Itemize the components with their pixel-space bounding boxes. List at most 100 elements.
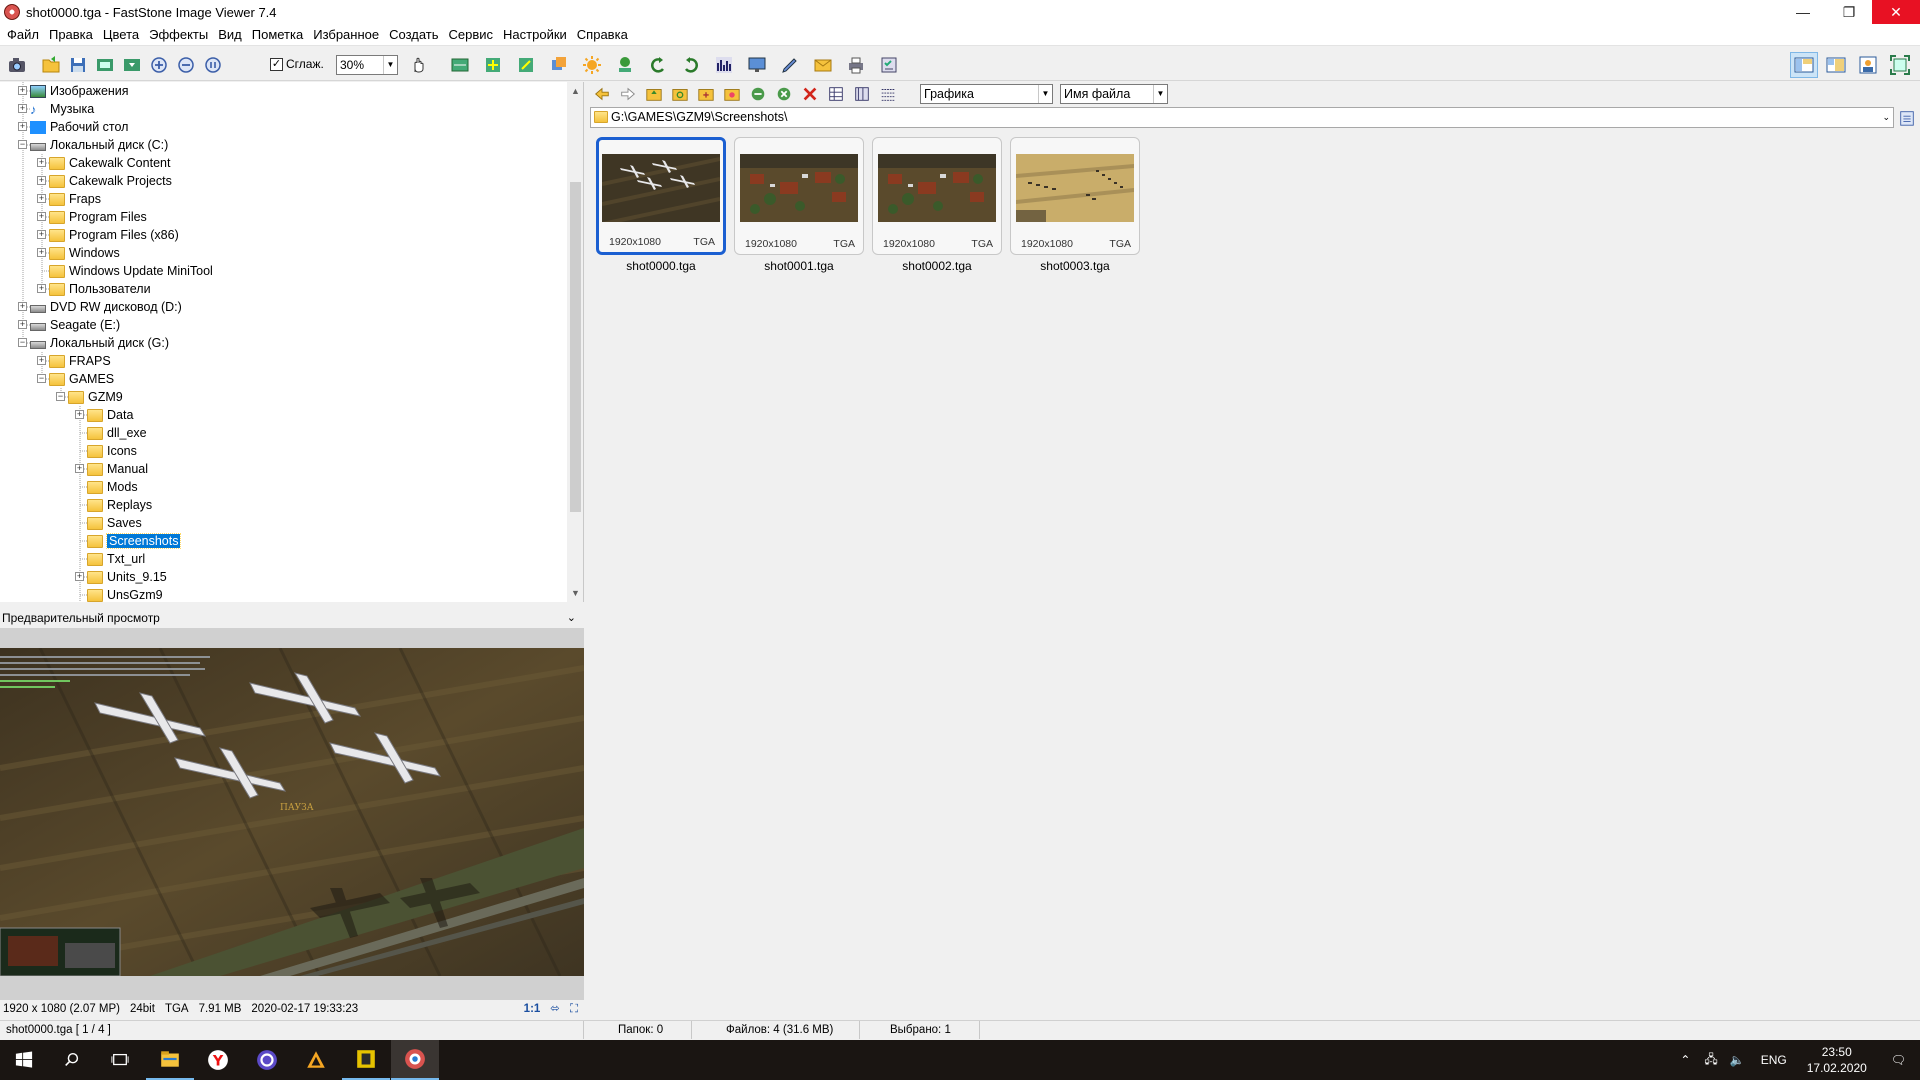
expand-icon[interactable]: +: [18, 122, 27, 131]
expand-icon[interactable]: +: [37, 158, 46, 167]
tree-item[interactable]: + Data: [75, 406, 133, 424]
brightness-icon[interactable]: [581, 54, 603, 76]
zoom-out-icon[interactable]: [175, 54, 197, 76]
fullscreen-icon[interactable]: [1886, 52, 1914, 78]
tree-item-label[interactable]: dll_exe: [107, 426, 147, 440]
menu-view[interactable]: Вид: [213, 25, 247, 45]
tree-item[interactable]: Icons: [87, 442, 137, 460]
parent-folder-icon[interactable]: [644, 84, 664, 104]
tree-item[interactable]: + Seagate (E:): [18, 316, 120, 334]
tree-item[interactable]: Mods: [87, 478, 138, 496]
expand-icon[interactable]: +: [37, 230, 46, 239]
thumbnail-view-icon[interactable]: [826, 84, 846, 104]
fit-width-icon[interactable]: [449, 54, 471, 76]
tree-item-label[interactable]: Replays: [107, 498, 152, 512]
camera-icon[interactable]: [6, 54, 28, 76]
collapse-icon[interactable]: −: [37, 374, 46, 383]
collapse-icon[interactable]: −: [18, 140, 27, 149]
volume-icon[interactable]: 🔈: [1724, 1053, 1751, 1067]
tree-item-label[interactable]: Fraps: [69, 192, 101, 206]
path-bar[interactable]: G:\GAMES\GZM9\Screenshots\ ⌄: [590, 107, 1894, 128]
tree-item[interactable]: Screenshots: [87, 532, 182, 550]
thumbnail-grid[interactable]: 1920x1080 TGA shot0000.tga 1920x1080 TGA shot…: [590, 131, 1920, 1019]
tree-item[interactable]: Txt_url: [87, 550, 145, 568]
histogram-icon[interactable]: [713, 54, 735, 76]
menu-edit[interactable]: Правка: [44, 25, 98, 45]
menu-settings[interactable]: Настройки: [498, 25, 572, 45]
menu-file[interactable]: Файл: [2, 25, 44, 45]
clock[interactable]: 23:50 17.02.2020: [1797, 1044, 1877, 1076]
thumbnail-card[interactable]: 1920x1080 TGA: [1010, 137, 1140, 255]
expand-icon[interactable]: +: [37, 212, 46, 221]
tree-item[interactable]: − Локальный диск (G:): [18, 334, 169, 352]
menu-tools[interactable]: Сервис: [444, 25, 499, 45]
thumbnail-card[interactable]: 1920x1080 TGA: [596, 137, 726, 255]
notifications-icon[interactable]: 🗨: [1877, 1053, 1920, 1067]
expand-icon[interactable]: +: [37, 194, 46, 203]
close-button[interactable]: ✕: [1872, 0, 1920, 24]
task-view-icon[interactable]: [96, 1040, 144, 1080]
email-icon[interactable]: [812, 54, 834, 76]
tree-item-label[interactable]: Saves: [107, 516, 142, 530]
tree-item-label[interactable]: Рабочий стол: [50, 120, 128, 134]
folder-tree[interactable]: + Изображения + ♪ Музыка + Рабочий стол − Локаль…: [0, 82, 584, 602]
expand-icon[interactable]: +: [75, 572, 84, 581]
tree-item-label[interactable]: Manual: [107, 462, 148, 476]
smooth-checkbox-box[interactable]: ✓: [270, 57, 283, 71]
layout-browser-icon[interactable]: [1790, 52, 1818, 78]
expand-icon[interactable]: +: [18, 302, 27, 311]
save-icon[interactable]: [67, 54, 89, 76]
tree-item[interactable]: UnsGzm9: [87, 586, 163, 602]
tree-item-label[interactable]: Program Files: [69, 210, 147, 224]
tree-item-label[interactable]: Txt_url: [107, 552, 145, 566]
expand-icon[interactable]: +: [75, 464, 84, 473]
tree-item[interactable]: − Локальный диск (C:): [18, 136, 168, 154]
new-folder-icon[interactable]: [696, 84, 716, 104]
tree-item-label[interactable]: Локальный диск (C:): [50, 138, 168, 152]
full-view-icon[interactable]: ⛶: [570, 1000, 578, 1018]
tree-item[interactable]: dll_exe: [87, 424, 147, 442]
tree-item-label[interactable]: Screenshots: [105, 533, 182, 549]
list-view-icon[interactable]: [852, 84, 872, 104]
sort-select[interactable]: Имя файла ▼: [1060, 84, 1168, 104]
tree-item-label[interactable]: Mods: [107, 480, 138, 494]
rotate-left-icon[interactable]: [647, 54, 669, 76]
tree-item-label[interactable]: Program Files (x86): [69, 228, 179, 242]
tree-item[interactable]: − GZM9: [56, 388, 123, 406]
tree-item[interactable]: + FRAPS: [37, 352, 111, 370]
chevron-down-icon[interactable]: ▼: [1038, 85, 1052, 103]
expand-icon[interactable]: +: [18, 320, 27, 329]
actual-size-icon[interactable]: [202, 54, 224, 76]
game-app-icon[interactable]: [342, 1040, 390, 1080]
thumbnail-filename[interactable]: shot0000.tga: [596, 259, 726, 273]
expand-icon[interactable]: +: [37, 248, 46, 257]
tree-item-label[interactable]: Seagate (E:): [50, 318, 120, 332]
tree-item[interactable]: + Изображения: [18, 82, 129, 100]
layout-image-icon[interactable]: [1854, 52, 1882, 78]
expand-icon[interactable]: +: [37, 284, 46, 293]
tree-item-label[interactable]: Data: [107, 408, 133, 422]
tree-item-label[interactable]: Windows: [69, 246, 120, 260]
rotate-right-icon[interactable]: [680, 54, 702, 76]
fit-icon[interactable]: ⬄: [550, 1000, 560, 1018]
thumbnail-filename[interactable]: shot0002.tga: [872, 259, 1002, 273]
menu-colors[interactable]: Цвета: [98, 25, 144, 45]
tree-item[interactable]: + Cakewalk Content: [37, 154, 170, 172]
copy-to-icon[interactable]: [748, 84, 768, 104]
zoom-in-icon[interactable]: [148, 54, 170, 76]
chevron-down-icon[interactable]: ▼: [383, 56, 397, 74]
search-icon[interactable]: [48, 1040, 96, 1080]
tree-item[interactable]: + ♪ Музыка: [18, 100, 94, 118]
tree-item-label[interactable]: Windows Update MiniTool: [69, 264, 213, 278]
move-to-icon[interactable]: [774, 84, 794, 104]
tree-item-label[interactable]: Музыка: [50, 102, 94, 116]
tree-item[interactable]: + Manual: [75, 460, 148, 478]
tree-item-label[interactable]: FRAPS: [69, 354, 111, 368]
tree-item[interactable]: + Пользователи: [37, 280, 151, 298]
file-filter-select[interactable]: Графика ▼: [920, 84, 1053, 104]
thumbnail-filename[interactable]: shot0003.tga: [1010, 259, 1140, 273]
layout-preview-icon[interactable]: [1822, 52, 1850, 78]
hand-tool-icon[interactable]: [408, 54, 430, 76]
file-explorer-icon[interactable]: [146, 1040, 194, 1080]
thumbnail-card[interactable]: 1920x1080 TGA: [734, 137, 864, 255]
